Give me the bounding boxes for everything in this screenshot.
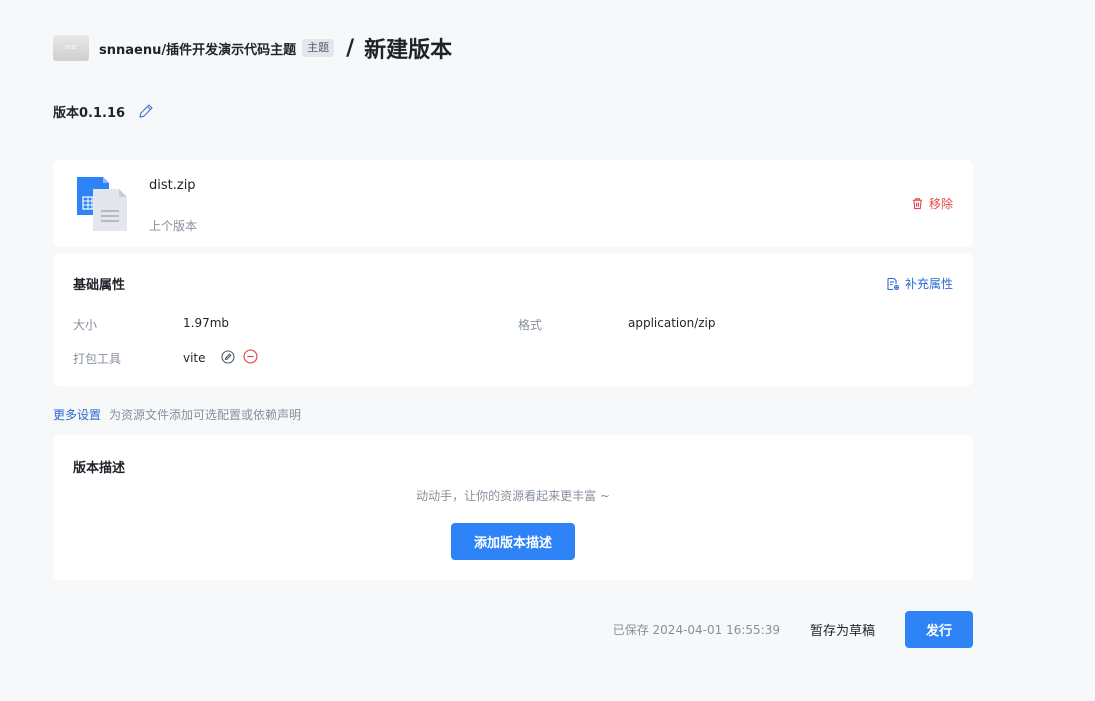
version-description-card: 版本描述 动动手，让你的资源看起来更丰富 ~ 添加版本描述	[53, 435, 973, 580]
repo-avatar[interactable]: DUE	[53, 35, 89, 61]
file-name: dist.zip	[149, 178, 196, 193]
zip-file-icon	[77, 177, 127, 231]
add-description-button[interactable]: 添加版本描述	[451, 523, 575, 560]
more-settings-row: 更多设置 为资源文件添加可选配置或依赖声明	[53, 406, 301, 423]
supplement-attributes-label: 补充属性	[904, 277, 953, 291]
more-settings-link[interactable]: 更多设置	[53, 406, 101, 423]
page-header: DUE snnaenu/插件开发演示代码主题 主题 / 新建版本	[53, 34, 453, 63]
page-title: 新建版本	[364, 38, 453, 63]
format-label: 格式	[518, 318, 543, 332]
basic-attributes-card: 基础属性 补充属性 大小 1.97mb 格式 application/zip 打…	[53, 253, 973, 386]
trash-icon	[912, 198, 923, 210]
remove-circle-icon[interactable]	[243, 349, 258, 364]
saved-status: 已保存 2024-04-01 16:55:39	[612, 623, 780, 637]
description-empty-text: 动动手，让你的资源看起来更丰富 ~	[416, 489, 610, 503]
repo-type-tag: 主题	[302, 39, 335, 57]
supplement-attributes-button[interactable]: 补充属性	[886, 275, 953, 292]
edit-circle-icon[interactable]	[221, 349, 235, 364]
file-source-label: 上个版本	[149, 219, 198, 233]
footer-actions: 已保存 2024-04-01 16:55:39 暂存为草稿 发行	[613, 611, 973, 648]
version-description-title: 版本描述	[73, 461, 126, 476]
remove-file-label: 移除	[928, 197, 953, 211]
basic-attributes-title: 基础属性	[73, 278, 126, 293]
file-card: dist.zip 上个版本 移除	[53, 160, 973, 247]
version-row: 版本0.1.16	[53, 100, 155, 122]
format-value: application/zip	[628, 316, 716, 330]
more-settings-hint: 为资源文件添加可选配置或依赖声明	[109, 408, 302, 422]
pencil-icon[interactable]	[137, 102, 155, 120]
repo-name[interactable]: snnaenu/插件开发演示代码主题	[99, 39, 296, 58]
build-tool-label: 打包工具	[73, 352, 122, 366]
version-label: 版本0.1.16	[53, 105, 126, 121]
document-settings-icon	[887, 277, 900, 290]
build-tool-value: vite	[183, 351, 206, 365]
save-draft-button[interactable]: 暂存为草稿	[810, 620, 875, 639]
remove-file-button[interactable]: 移除	[911, 195, 953, 212]
publish-button[interactable]: 发行	[905, 611, 973, 648]
size-label: 大小	[73, 318, 98, 332]
build-tool-actions	[213, 349, 258, 364]
size-value: 1.97mb	[183, 316, 230, 330]
breadcrumb-separator: /	[346, 35, 355, 61]
